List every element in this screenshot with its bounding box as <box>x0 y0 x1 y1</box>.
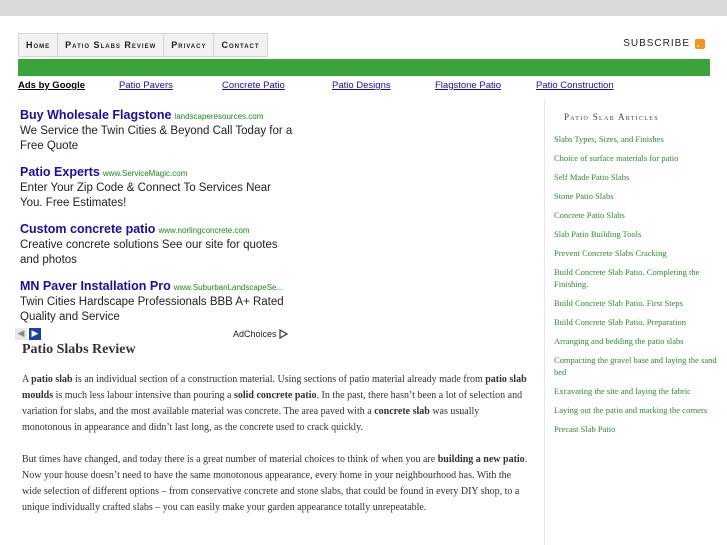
adchoices-label: AdChoices <box>233 329 277 339</box>
sidebar-article-link[interactable]: Choice of surface materials for patio <box>554 152 724 164</box>
main-nav: Home Patio Slabs Review Privacy Contact <box>18 33 268 57</box>
ad-link-flagstone-patio[interactable]: Flagstone Patio <box>435 80 501 91</box>
subscribe-label: SUBSCRIBE <box>623 38 690 49</box>
browser-top-bar <box>0 0 727 16</box>
ad-link-bar: Ads by Google Patio Pavers Concrete Pati… <box>18 80 614 94</box>
sidebar-article-list: Slabs Types, Sizes, and Finishes Choice … <box>554 133 724 435</box>
ad-link-patio-designs[interactable]: Patio Designs <box>332 80 391 91</box>
nav-contact[interactable]: Contact <box>214 34 266 56</box>
sidebar-heading: Patio Slab Articles <box>564 112 659 122</box>
ad-description: We Service the Twin Cities & Beyond Call… <box>20 125 293 152</box>
article-body: A patio slab is an individual section of… <box>22 372 530 532</box>
nav-privacy[interactable]: Privacy <box>164 34 215 56</box>
sidebar-divider <box>544 99 545 545</box>
ad-link-patio-construction[interactable]: Patio Construction <box>536 80 614 91</box>
ad-description: Creative concrete solutions See our site… <box>20 239 278 266</box>
chevron-left-icon[interactable]: ◀ <box>15 328 27 340</box>
nav-home[interactable]: Home <box>19 34 59 56</box>
ad-title[interactable]: MN Paver Installation Pro www.SuburbanLan… <box>20 279 295 293</box>
sidebar-article-link[interactable]: Build Concrete Slab Patio. Preparation <box>554 316 724 328</box>
sidebar-article-link[interactable]: Precast Slab Patio <box>554 423 724 435</box>
ad-item[interactable]: Custom concrete patio www.norlingconcrete… <box>20 222 295 268</box>
sidebar-article-link[interactable]: Build Concrete Slab Patio. Completing th… <box>554 266 724 290</box>
sidebar-article-link[interactable]: Slabs Types, Sizes, and Finishes <box>554 133 724 145</box>
ad-url[interactable]: www.ServiceMagic.com <box>103 169 187 178</box>
ad-pager: ◀ ▶ <box>15 328 41 340</box>
ad-link-concrete-patio[interactable]: Concrete Patio <box>222 80 285 91</box>
page-title: Patio Slabs Review <box>22 342 136 357</box>
sidebar: Patio Slab Articles Slabs Types, Sizes, … <box>554 112 724 442</box>
sidebar-article-link[interactable]: Concrete Patio Slabs <box>554 209 724 221</box>
sidebar-article-link[interactable]: Compacting the gravel base and laying th… <box>554 354 724 378</box>
ad-block: Buy Wholesale Flagstone landscaperesource… <box>20 108 295 336</box>
ad-url[interactable]: landscaperesources.com <box>174 112 263 121</box>
chevron-right-icon[interactable]: ▶ <box>29 328 41 340</box>
ad-item[interactable]: Patio Experts www.ServiceMagic.com Enter … <box>20 165 295 211</box>
ad-description: Enter Your Zip Code & Connect To Service… <box>20 182 272 209</box>
nav-patio-slabs-review[interactable]: Patio Slabs Review <box>58 34 165 56</box>
ad-item[interactable]: MN Paver Installation Pro www.SuburbanLan… <box>20 279 295 325</box>
ad-title[interactable]: Patio Experts www.ServiceMagic.com <box>20 165 295 179</box>
ad-title[interactable]: Buy Wholesale Flagstone landscaperesource… <box>20 108 295 122</box>
adchoices-icon <box>278 329 288 339</box>
ad-url[interactable]: www.norlingconcrete.com <box>158 226 249 235</box>
ad-url[interactable]: www.SuburbanLandscapeSe... <box>174 283 283 292</box>
subscribe-link[interactable]: SUBSCRIBE <box>623 38 705 49</box>
sidebar-article-link[interactable]: Prevent Concrete Slabs Cracking <box>554 247 724 259</box>
sidebar-article-link[interactable]: Slab Patio Building Tools <box>554 228 724 240</box>
sidebar-article-link[interactable]: Stone Patio Slabs <box>554 190 724 202</box>
article-paragraph: But times have changed, and today there … <box>22 454 528 513</box>
sidebar-article-link[interactable]: Arranging and bedding the patio slabs <box>554 335 724 347</box>
sidebar-article-link[interactable]: Build Concrete Slab Patio. First Steps <box>554 297 724 309</box>
article-paragraph: A patio slab is an individual section of… <box>22 374 527 433</box>
rss-icon <box>695 38 705 49</box>
ads-by-google-label[interactable]: Ads by Google <box>18 80 85 91</box>
sidebar-article-link[interactable]: Self Made Patio Slabs <box>554 171 724 183</box>
ad-item[interactable]: Buy Wholesale Flagstone landscaperesource… <box>20 108 295 154</box>
ad-link-patio-pavers[interactable]: Patio Pavers <box>119 80 173 91</box>
sidebar-article-link[interactable]: Laying out the patio and marking the cor… <box>554 404 724 416</box>
ad-title[interactable]: Custom concrete patio www.norlingconcrete… <box>20 222 295 236</box>
sidebar-article-link[interactable]: Excavating the site and laying the fabri… <box>554 385 724 397</box>
ad-description: Twin Cities Hardscape Professionals BBB … <box>20 296 284 323</box>
header-green-bar <box>18 59 710 76</box>
adchoices-link[interactable]: AdChoices <box>233 329 288 339</box>
